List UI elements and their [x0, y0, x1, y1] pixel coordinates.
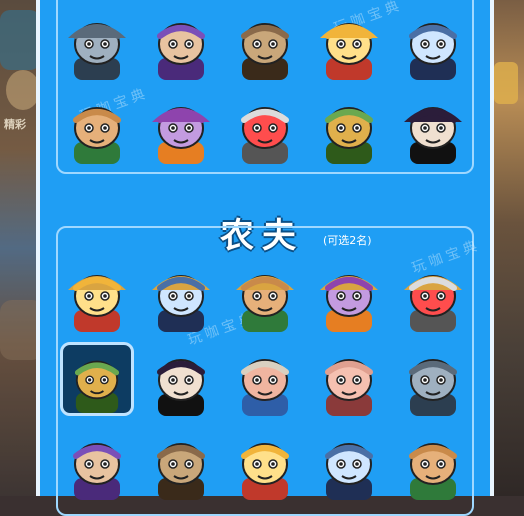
- character-leopard-farmer[interactable]: [312, 258, 386, 332]
- character-purple-crocodile[interactable]: [144, 90, 218, 164]
- character-gorilla[interactable]: [228, 6, 302, 80]
- character-armored-knight[interactable]: [60, 6, 134, 80]
- character-ghost-girl[interactable]: [396, 90, 470, 164]
- character-purple-wizard[interactable]: [144, 6, 218, 80]
- character-jiangshi[interactable]: [396, 6, 470, 80]
- character-zombie-farmer[interactable]: [312, 90, 386, 164]
- blurred-ui-element: [6, 70, 40, 110]
- character-pig[interactable]: [144, 342, 218, 416]
- character-pig-farmer-hat[interactable]: [144, 258, 218, 332]
- character-bearded-farmer[interactable]: [228, 258, 302, 332]
- character-scarecrow[interactable]: [60, 90, 134, 164]
- character-bald-monk[interactable]: [396, 342, 470, 416]
- blurred-badge: [494, 62, 518, 104]
- character-chef-beard[interactable]: [396, 258, 470, 332]
- character-smiley-face[interactable]: [396, 426, 470, 500]
- character-glasses-boy[interactable]: [60, 342, 134, 416]
- blurred-ui-element: [0, 10, 40, 70]
- character-astronaut[interactable]: [144, 426, 218, 500]
- character-lucky-cat[interactable]: [228, 426, 302, 500]
- character-helmet-rider[interactable]: [312, 342, 386, 416]
- character-robot[interactable]: [228, 90, 302, 164]
- character-cactus-warrior[interactable]: [312, 426, 386, 500]
- character-farmer-pitchfork[interactable]: [60, 258, 134, 332]
- character-lion-warrior[interactable]: [312, 6, 386, 80]
- character-select-panel: 农夫 (可选2名) 玩咖宝典 玩咖宝典 玩咖宝典 玩咖宝典: [36, 0, 494, 516]
- character-green-boy[interactable]: [228, 342, 302, 416]
- character-mustache-man[interactable]: [60, 426, 134, 500]
- side-hint-label: 精彩: [4, 118, 26, 131]
